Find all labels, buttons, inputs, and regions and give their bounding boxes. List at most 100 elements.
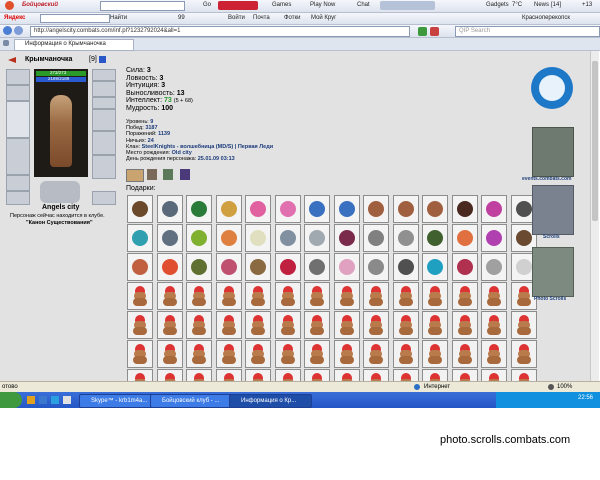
gift-item[interactable] bbox=[451, 253, 478, 281]
gadgets-button[interactable]: Gadgets bbox=[486, 0, 509, 11]
gift-item[interactable] bbox=[127, 224, 153, 252]
gift-teddy-bear[interactable] bbox=[245, 282, 271, 310]
scrolls-link[interactable]: Scrolls bbox=[543, 234, 560, 240]
gift-item[interactable] bbox=[333, 253, 360, 281]
gift-item[interactable] bbox=[392, 224, 419, 252]
gift-item[interactable] bbox=[451, 195, 478, 223]
gift-teddy-bear[interactable] bbox=[274, 369, 301, 381]
slot-amulet[interactable] bbox=[92, 81, 116, 97]
gift-teddy-bear[interactable] bbox=[363, 282, 389, 310]
slot-shield[interactable] bbox=[92, 131, 116, 155]
gift-item[interactable] bbox=[215, 195, 242, 223]
weather-widget[interactable] bbox=[380, 1, 435, 10]
gift-teddy-bear[interactable] bbox=[481, 369, 507, 381]
gift-teddy-bear[interactable] bbox=[127, 282, 153, 310]
gift-teddy-bear[interactable] bbox=[186, 369, 212, 381]
gift-teddy-bear[interactable] bbox=[422, 282, 448, 310]
tab-grid-icon[interactable] bbox=[3, 40, 9, 46]
back-icon[interactable] bbox=[3, 26, 12, 35]
stop-icon[interactable] bbox=[430, 27, 439, 36]
gift-item[interactable] bbox=[127, 195, 153, 223]
events-banner[interactable] bbox=[532, 127, 574, 177]
gift-teddy-bear[interactable] bbox=[215, 340, 242, 368]
gift-teddy-bear[interactable] bbox=[481, 340, 507, 368]
gift-item[interactable] bbox=[451, 224, 478, 252]
gift-teddy-bear[interactable] bbox=[451, 340, 478, 368]
yandex-logo[interactable]: Яндекс bbox=[4, 13, 25, 24]
task-info[interactable]: Информация о Кр... bbox=[229, 394, 312, 408]
gift-teddy-bear[interactable] bbox=[274, 340, 301, 368]
gift-item[interactable] bbox=[304, 195, 330, 223]
gift-item[interactable] bbox=[186, 195, 212, 223]
gift-item[interactable] bbox=[215, 224, 242, 252]
gift-teddy-bear[interactable] bbox=[156, 311, 183, 339]
gift-teddy-bear[interactable] bbox=[127, 340, 153, 368]
gift-teddy-bear[interactable] bbox=[333, 340, 360, 368]
photos-button[interactable]: Фотки bbox=[284, 13, 301, 24]
gift-teddy-bear[interactable] bbox=[333, 369, 360, 381]
gift-teddy-bear[interactable] bbox=[510, 369, 537, 381]
gift-teddy-bear[interactable] bbox=[215, 282, 242, 310]
count-badge[interactable]: 99 bbox=[178, 13, 185, 24]
gift-teddy-bear[interactable] bbox=[363, 340, 389, 368]
effect-icon-3[interactable] bbox=[163, 169, 173, 180]
gift-item[interactable] bbox=[186, 253, 212, 281]
gift-item[interactable] bbox=[274, 195, 301, 223]
gift-item[interactable] bbox=[274, 224, 301, 252]
gift-item[interactable] bbox=[156, 253, 183, 281]
gift-teddy-bear[interactable] bbox=[392, 282, 419, 310]
scrolls-banner[interactable] bbox=[532, 185, 574, 235]
gift-teddy-bear[interactable] bbox=[392, 369, 419, 381]
vertical-scrollbar[interactable] bbox=[590, 51, 599, 381]
slot-boots[interactable] bbox=[92, 155, 116, 179]
photo-scrolls-banner[interactable] bbox=[532, 247, 574, 297]
gift-teddy-bear[interactable] bbox=[245, 311, 271, 339]
gift-teddy-bear[interactable] bbox=[422, 311, 448, 339]
gift-item[interactable] bbox=[481, 195, 507, 223]
gift-item[interactable] bbox=[245, 253, 271, 281]
gift-item[interactable] bbox=[422, 195, 448, 223]
moy-krug-button[interactable]: Мой Круг bbox=[311, 13, 336, 24]
gift-teddy-bear[interactable] bbox=[304, 369, 330, 381]
gift-teddy-bear[interactable] bbox=[127, 311, 153, 339]
url-field[interactable]: http://angelscity.combats.com/inf.pl?123… bbox=[30, 26, 410, 37]
game-banner-icon[interactable] bbox=[218, 1, 258, 10]
gift-item[interactable] bbox=[186, 224, 212, 252]
gift-teddy-bear[interactable] bbox=[245, 340, 271, 368]
slot-gloves[interactable] bbox=[92, 109, 116, 131]
quicklaunch-icon-4[interactable] bbox=[63, 396, 71, 404]
slot-belt[interactable] bbox=[6, 175, 30, 191]
effect-icon-4[interactable] bbox=[180, 169, 190, 180]
refresh-icon[interactable] bbox=[418, 27, 427, 36]
task-skype[interactable]: Skype™ - krb1m4a... bbox=[79, 394, 158, 408]
chat-button[interactable]: Chat bbox=[357, 0, 370, 11]
gift-item[interactable] bbox=[363, 195, 389, 223]
task-combats[interactable]: Бойцовский клуб - ... bbox=[150, 394, 237, 408]
gift-teddy-bear[interactable] bbox=[392, 311, 419, 339]
gift-teddy-bear[interactable] bbox=[481, 311, 507, 339]
slot-helmet[interactable] bbox=[6, 69, 30, 85]
zoom-icon[interactable] bbox=[548, 384, 554, 390]
gift-item[interactable] bbox=[156, 224, 183, 252]
quicklaunch-icon-3[interactable] bbox=[51, 396, 59, 404]
gift-item[interactable] bbox=[215, 253, 242, 281]
slot-left-bottom[interactable] bbox=[6, 191, 30, 205]
scrollbar-thumb[interactable] bbox=[592, 61, 598, 221]
games-button[interactable]: Games bbox=[272, 0, 291, 11]
gift-item[interactable] bbox=[481, 253, 507, 281]
gift-item[interactable] bbox=[333, 224, 360, 252]
gift-teddy-bear[interactable] bbox=[333, 282, 360, 310]
gift-teddy-bear[interactable] bbox=[304, 282, 330, 310]
gift-teddy-bear[interactable] bbox=[156, 369, 183, 381]
gift-item[interactable] bbox=[304, 253, 330, 281]
gift-item[interactable] bbox=[304, 224, 330, 252]
city-label[interactable]: Красноперекопск bbox=[522, 13, 570, 24]
zoom-text[interactable]: 100% bbox=[557, 382, 572, 392]
news-button[interactable]: News bbox=[534, 0, 549, 11]
gift-teddy-bear[interactable] bbox=[274, 311, 301, 339]
quicklaunch-icon-2[interactable] bbox=[39, 396, 47, 404]
gift-item[interactable] bbox=[422, 224, 448, 252]
detail-value[interactable]: SteelKnights - волшебница (MD/S) | Перва… bbox=[142, 144, 274, 150]
effect-icon-2[interactable] bbox=[147, 169, 157, 180]
photo-scrolls-link[interactable]: Photo Scrolls bbox=[534, 296, 566, 302]
